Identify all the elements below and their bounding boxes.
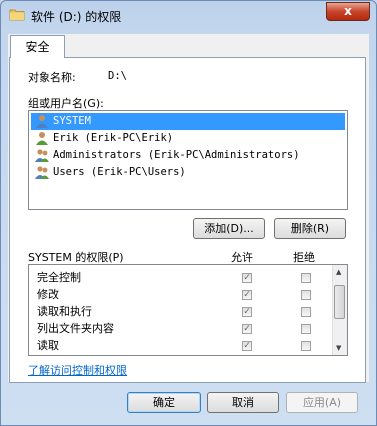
permission-row-read-execute: 读取和执行 (37, 303, 92, 320)
user-icon (35, 166, 49, 179)
permission-name: 读取和执行 (37, 305, 92, 318)
deny-checkbox[interactable] (301, 290, 311, 300)
window-title: 软件 (D:) 的权限 (31, 10, 122, 24)
permissions-scrollbar[interactable]: ▲ ▼ (332, 265, 347, 355)
close-button[interactable]: x (326, 2, 370, 21)
allow-checkbox[interactable]: ✓ (242, 290, 252, 300)
cancel-button[interactable]: 取消 (207, 392, 279, 413)
list-item[interactable]: Users (Erik-PC\Users) (31, 164, 345, 181)
permissions-label: SYSTEM 的权限(P) (28, 251, 124, 264)
check-icon: ✓ (243, 273, 251, 283)
close-icon: x (344, 4, 352, 18)
permission-row-full-control: 完全控制 (37, 269, 81, 286)
list-item-label: Users (Erik-PC\Users) (53, 166, 186, 178)
scroll-up-icon[interactable]: ▲ (336, 268, 341, 276)
user-icon (36, 115, 48, 128)
permission-row-modify: 修改 (37, 286, 59, 303)
permission-name: 读取 (37, 339, 59, 352)
check-icon: ✓ (243, 341, 251, 351)
scroll-down-icon[interactable]: ▼ (336, 344, 341, 352)
deny-checkbox[interactable] (301, 307, 311, 317)
deny-header: 拒绝 (293, 251, 315, 264)
list-item-label: SYSTEM (53, 115, 91, 127)
list-item-label: Erik (Erik-PC\Erik) (53, 132, 174, 144)
permission-name: 完全控制 (37, 271, 81, 284)
deny-checkbox[interactable] (301, 273, 311, 283)
title-bar[interactable]: 软件 (D:) 的权限 x (1, 1, 376, 29)
permission-row-list-folder: 列出文件夹内容 (37, 320, 114, 337)
allow-checkbox[interactable]: ✓ (242, 273, 252, 283)
deny-checkbox[interactable] (301, 324, 311, 334)
add-button[interactable]: 添加(D)... (193, 218, 265, 239)
object-name-value: D:\ (108, 70, 127, 82)
list-item[interactable]: Erik (Erik-PC\Erik) (31, 130, 345, 147)
allow-checkbox[interactable]: ✓ (242, 341, 252, 351)
check-icon: ✓ (243, 324, 251, 334)
list-item-label: Administrators (Erik-PC\Administrators) (53, 149, 300, 161)
tab-security[interactable]: 安全 (10, 35, 65, 58)
apply-button[interactable]: 应用(A) (286, 392, 358, 413)
scroll-thumb[interactable] (334, 285, 345, 319)
permission-name: 修改 (37, 288, 59, 301)
permission-name: 列出文件夹内容 (37, 322, 114, 335)
user-icon (36, 132, 48, 145)
remove-button[interactable]: 删除(R) (274, 218, 346, 239)
allow-checkbox[interactable]: ✓ (242, 324, 252, 334)
permissions-list: 完全控制 ✓ 修改 ✓ 读取和执行 ✓ 列出文件夹内容 ✓ 读取 ✓ ▲ ▼ (28, 264, 348, 356)
list-item[interactable]: SYSTEM (31, 113, 345, 130)
user-icon (35, 149, 49, 162)
groups-label: 组或用户名(G): (28, 97, 104, 110)
deny-checkbox[interactable] (301, 341, 311, 351)
group-user-list[interactable]: SYSTEM Erik (Erik-PC\Erik) Administrator… (28, 110, 348, 210)
list-item[interactable]: Administrators (Erik-PC\Administrators) (31, 147, 345, 164)
allow-checkbox[interactable]: ✓ (242, 307, 252, 317)
object-name-label: 对象名称: (28, 71, 76, 84)
folder-icon (9, 9, 25, 21)
check-icon: ✓ (243, 307, 251, 317)
check-icon: ✓ (243, 290, 251, 300)
ok-button[interactable]: 确定 (127, 392, 201, 413)
learn-access-control-link[interactable]: 了解访问控制和权限 (28, 362, 127, 378)
permission-row-read: 读取 (37, 337, 59, 354)
allow-header: 允许 (231, 251, 253, 264)
